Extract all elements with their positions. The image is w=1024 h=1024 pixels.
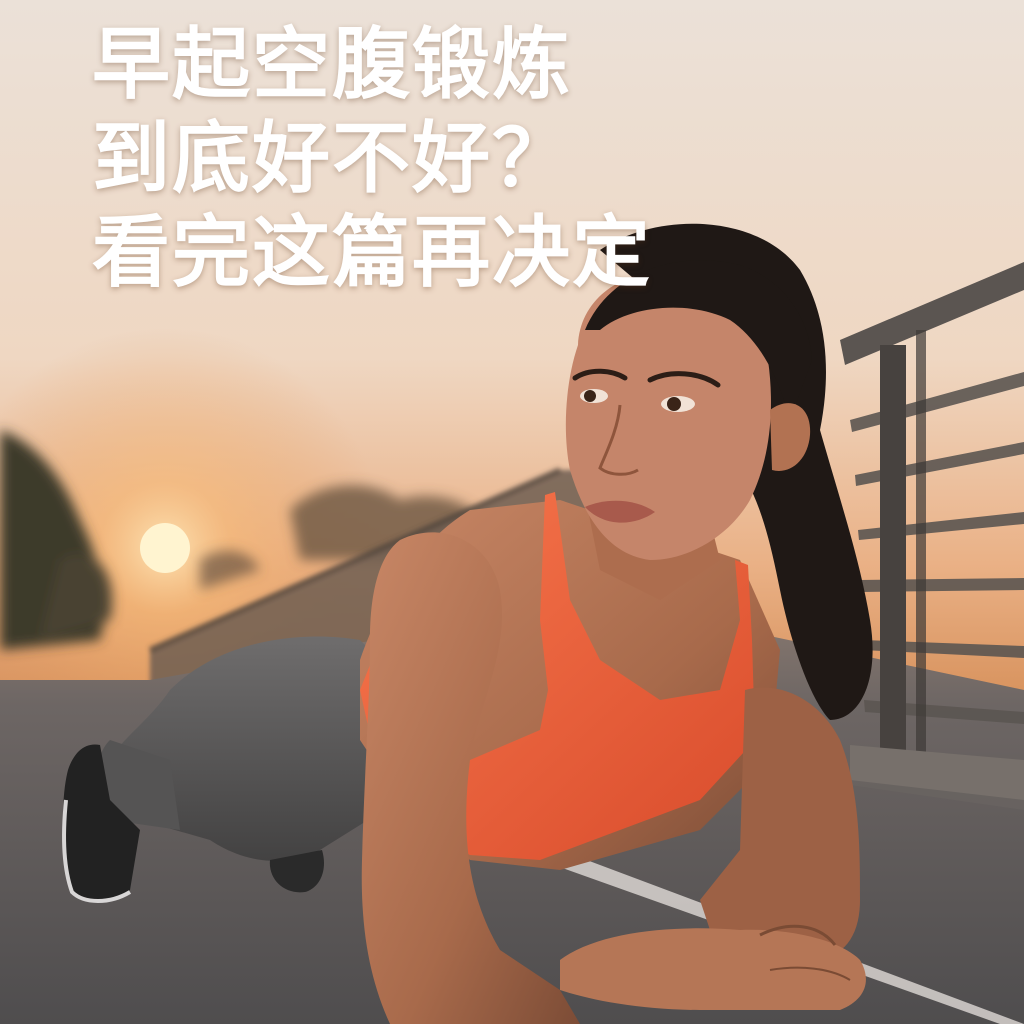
sun-icon xyxy=(140,523,190,573)
headline-line-1: 早起空腹锻炼 xyxy=(92,20,573,110)
headline-line-2: 到底好不好？ xyxy=(92,114,573,204)
headline: 早起空腹锻炼 到底好不好？ 看完这篇再决定 xyxy=(92,18,652,300)
headline-line-3: 看完这篇再决定 xyxy=(92,208,653,298)
poster: 早起空腹锻炼 到底好不好？ 看完这篇再决定 xyxy=(0,0,1024,1024)
